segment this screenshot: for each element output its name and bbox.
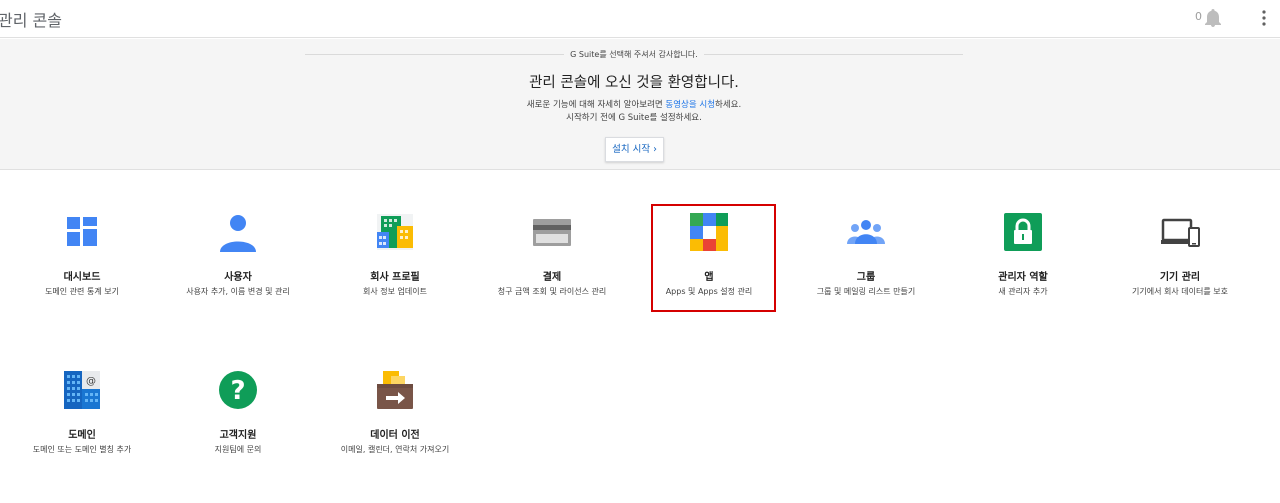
apps-highlight-box bbox=[651, 204, 776, 312]
tile-desc: 이메일, 캘린더, 연락처 가져오기 bbox=[340, 445, 450, 454]
tile-title: 대시보드 bbox=[63, 272, 101, 283]
app-title: 관리 콘솔 bbox=[0, 11, 62, 30]
devices-icon bbox=[1161, 218, 1200, 247]
company-profile-icon bbox=[377, 214, 413, 250]
video-line-suffix: 하세요. bbox=[715, 100, 742, 110]
tile-desc: 그룹 및 메일링 리스트 만들기 bbox=[816, 287, 916, 296]
video-line: 새로운 기능에 대해 자세히 알아보려면 동영상을 시청하세요. bbox=[0, 98, 1268, 110]
domain-building-icon: @ bbox=[64, 371, 100, 409]
tile-desc: 사용자 추가, 이름 변경 및 관리 bbox=[186, 287, 290, 296]
svg-text:?: ? bbox=[230, 376, 245, 406]
top-bar: 관리 콘솔 0 bbox=[0, 0, 1280, 38]
tile-title: 사용자 bbox=[224, 272, 252, 283]
tile-title: 그룹 bbox=[856, 272, 876, 283]
start-setup-button[interactable]: 설치 시작 › bbox=[605, 137, 664, 162]
tile-desc: 도메인 관련 통계 보기 bbox=[45, 287, 119, 296]
user-icon bbox=[220, 215, 256, 252]
watch-video-link[interactable]: 동영상을 시청 bbox=[665, 100, 715, 110]
more-vert-icon[interactable] bbox=[1258, 8, 1270, 28]
tile-desc: 지원팀에 문의 bbox=[214, 445, 262, 454]
setup-line: 시작하기 전에 G Suite를 설정하세요. bbox=[566, 113, 702, 123]
tile-title: 관리자 역할 bbox=[998, 272, 1048, 283]
tile-title: 회사 프로필 bbox=[370, 272, 420, 283]
thanks-text: G Suite를 선택해 주셔서 감사합니다. bbox=[564, 50, 704, 59]
billing-card-icon bbox=[533, 219, 571, 246]
data-migration-icon bbox=[377, 371, 413, 409]
help-icon: ? bbox=[219, 371, 257, 409]
dashboard-icon bbox=[67, 217, 97, 246]
admin-lock-icon bbox=[1004, 213, 1042, 251]
tile-title: 기기 관리 bbox=[1159, 272, 1201, 283]
video-line-text: 새로운 기능에 대해 자세히 알아보려면 bbox=[526, 100, 666, 110]
svg-text:@: @ bbox=[86, 376, 96, 387]
welcome-banner: G Suite를 선택해 주셔서 감사합니다. 관리 콘솔에 오신 것을 환영합… bbox=[0, 39, 1280, 170]
welcome-heading: 관리 콘솔에 오신 것을 환영합니다. bbox=[529, 75, 739, 91]
tile-desc: 회사 정보 업데이트 bbox=[363, 287, 427, 296]
tile-title: 고객지원 bbox=[219, 430, 257, 441]
tile-desc: 기기에서 회사 데이터를 보호 bbox=[1132, 287, 1228, 296]
notification-count[interactable]: 0 bbox=[1195, 10, 1202, 23]
tile-desc: 청구 금액 조회 및 라이선스 관리 bbox=[497, 287, 607, 296]
bell-icon[interactable] bbox=[1204, 8, 1222, 28]
tile-title: 도메인 bbox=[68, 430, 96, 441]
groups-icon bbox=[847, 220, 885, 244]
tile-title: 결제 bbox=[542, 272, 562, 283]
tile-desc: 새 관리자 추가 bbox=[998, 287, 1048, 296]
tile-desc: 도메인 또는 도메인 별칭 추가 bbox=[32, 445, 132, 454]
tile-title: 데이터 이전 bbox=[370, 430, 420, 441]
